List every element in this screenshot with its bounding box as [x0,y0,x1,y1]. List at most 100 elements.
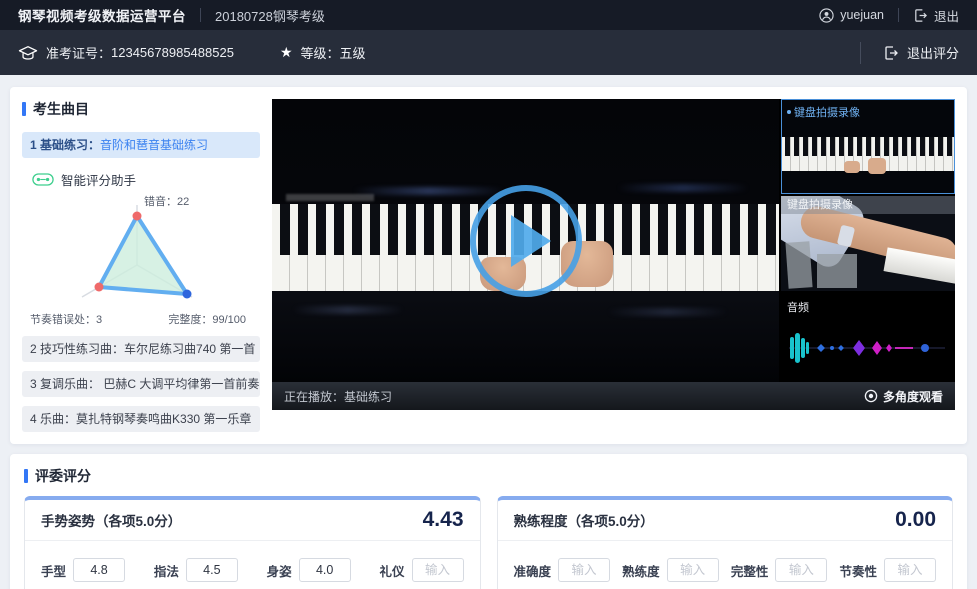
track-sidebar: 考生曲目 1 基础练习：音阶和琶音基础练习 智能评分助手 [22,99,260,432]
multi-angle-label: 多角度观看 [883,388,943,405]
divider [860,42,861,64]
radar-svg [22,203,252,321]
field-fingering: 指法 [154,558,238,582]
keyboard-camera-thumbnail-active[interactable]: 键盘拍摄录像 [781,99,955,194]
exit-scoring-button[interactable]: 退出评分 [883,43,959,62]
panel-title: 手势姿势（各项5.0分） [41,510,181,530]
section-accent-bar [22,102,26,116]
track-item-3[interactable]: 3 复调乐曲： 巴赫C 大调平均律第一首前奏曲 [22,371,260,397]
assistant-label: 智能评分助手 [61,170,136,189]
logout-icon [883,45,899,61]
radar-chart: 错音：22 节奏错误处：3 完整度：99/100 [22,191,252,327]
static-block [817,254,857,288]
mini-hand [868,158,886,174]
track-name: 音阶和琶音基础练习 [100,138,208,152]
piano-reflection [292,306,404,314]
smart-score-assistant: 智能评分助手 [32,170,260,189]
audio-waveform [785,329,953,367]
track-item-2[interactable]: 2 技巧性练习曲：车尔尼练习曲740 第一首 [22,336,260,362]
level-value: 五级 [340,43,366,62]
radar-label-wrong-notes: 错音：22 [144,193,189,209]
field-label: 指法 [154,561,179,580]
piano-reflection [607,308,729,316]
track-name: 巴赫C 大调平均律第一首前奏曲 [100,377,260,391]
divider [898,8,899,22]
main-content: 考生曲目 1 基础练习：音阶和琶音基础练习 智能评分助手 [0,75,977,589]
section-accent-bar [24,469,28,483]
topbar-right: yuejuan 退出 [819,6,959,25]
divider [200,8,201,22]
panel-fields: 准确度 熟练度 完整性 节奏性 [498,541,953,589]
mini-hand [844,161,860,173]
accuracy-input[interactable] [558,558,610,582]
field-proficiency: 熟练度 [622,558,719,582]
gesture-posture-panel: 手势姿势（各项5.0分） 4.43 手型 指法 身姿 [24,496,481,589]
thumbnail-label: 键盘拍摄录像 [787,104,860,120]
field-label: 身姿 [267,561,292,580]
main-video[interactable] [272,99,779,382]
fingering-input[interactable] [186,558,238,582]
top-bar: 钢琴视频考级数据运营平台 20180728钢琴考级 yuejuan 退出 [0,0,977,30]
radar-label-completeness: 完整度：99/100 [168,311,246,327]
piano-body-highlight [353,187,505,195]
panel-header: 手势姿势（各项5.0分） 4.43 [25,500,480,541]
field-rhythm: 节奏性 [839,558,936,582]
radar-label-rhythm-errors: 节奏错误处：3 [30,311,102,327]
track-prefix: 3 复调乐曲： [30,377,100,391]
score-panels: 手势姿势（各项5.0分） 4.43 手型 指法 身姿 [24,496,953,589]
field-completeness: 完整性 [731,558,828,582]
multi-angle-button[interactable]: 多角度观看 [864,388,943,405]
rhythm-input[interactable] [884,558,936,582]
exit-button[interactable]: 退出 [913,6,959,25]
panel-total-score: 4.43 [423,508,464,532]
track-prefix: 2 技巧性练习曲： [30,342,124,356]
panel-fields: 手型 指法 身姿 礼仪 [25,541,480,589]
ticket-label: 准考证号： [46,43,111,62]
multi-angle-icon [864,389,878,403]
field-label: 熟练度 [622,561,660,580]
score-assistant-icon [32,173,54,186]
track-name: 车尔尼练习曲740 第一首 [124,342,255,356]
piano-body-highlight [617,184,749,192]
thumbnail-label: 键盘拍摄录像 [781,196,955,214]
video-watermark [286,194,374,201]
field-label: 手型 [41,561,66,580]
field-label: 完整性 [731,561,769,580]
proficiency-panel: 熟练程度（各项5.0分） 0.00 准确度 熟练度 完整性 [497,496,954,589]
thumbnail-label-text: 键盘拍摄录像 [794,104,860,120]
user-icon [819,8,834,23]
ticket-number-group: 准考证号： 12345678985488525 [18,43,234,62]
track-prefix: 1 基础练习： [30,138,100,152]
hand-shape-input[interactable] [73,558,125,582]
track-item-1[interactable]: 1 基础练习：音阶和琶音基础练习 [22,132,260,158]
track-item-4[interactable]: 4 乐曲：莫扎特钢琴奏鸣曲K330 第一乐章 [22,406,260,432]
proficiency-input[interactable] [667,558,719,582]
scoring-section-title: 评委评分 [24,466,953,486]
completeness-input[interactable] [775,558,827,582]
exit-label: 退出 [934,6,959,25]
field-posture: 身姿 [267,558,351,582]
play-button[interactable] [470,185,582,297]
posture-input[interactable] [299,558,351,582]
player-control-bar: 正在播放：基础练习 多角度观看 [272,382,955,410]
panel-title: 熟练程度（各项5.0分） [514,510,654,530]
keyboard-camera-thumbnail-side[interactable]: 键盘拍摄录像 [781,196,955,291]
etiquette-input[interactable] [412,558,464,582]
tracks-section-title: 考生曲目 [22,99,260,119]
audio-label: 音频 [787,299,809,315]
user-menu[interactable]: yuejuan [819,8,884,23]
static-block [785,241,812,289]
tracks-title-text: 考生曲目 [33,99,89,119]
audio-section[interactable]: 音频 [781,293,955,382]
play-icon [511,215,551,267]
user-name: yuejuan [840,8,884,22]
video-player: 键盘拍摄录像 [272,99,955,432]
field-hand-shape: 手型 [41,558,125,582]
app-title: 钢琴视频考级数据运营平台 [18,5,186,25]
track-name: 莫扎特钢琴奏鸣曲K330 第一乐章 [76,412,251,426]
ticket-number: 12345678985488525 [111,45,234,60]
active-dot-icon [787,110,791,114]
session-name: 20180728钢琴考级 [215,6,325,25]
star-icon: ★ [280,44,293,61]
field-label: 节奏性 [839,561,877,580]
